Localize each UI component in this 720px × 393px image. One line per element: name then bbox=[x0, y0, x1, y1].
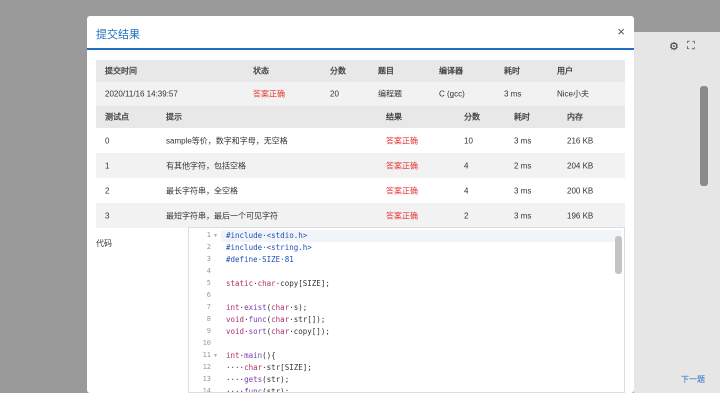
testcase-hint: sample等价，数字和字母，无空格 bbox=[166, 136, 288, 145]
next-problem-link[interactable]: 下一题 bbox=[681, 374, 705, 385]
line-number: 14 bbox=[202, 387, 211, 393]
code-line: void·sort(char·copy[]); bbox=[226, 327, 330, 336]
testcase-result: 答案正确 bbox=[386, 161, 418, 170]
testcase-memory: 204 KB bbox=[567, 161, 594, 170]
testcase-score: 4 bbox=[464, 186, 469, 195]
fold-toggle-icon[interactable]: ▾ bbox=[214, 352, 217, 359]
close-icon[interactable]: × bbox=[617, 24, 625, 39]
code-line: void·func(char·str[]); bbox=[226, 315, 326, 324]
fold-toggle-icon[interactable]: ▾ bbox=[214, 232, 217, 239]
settings-icon[interactable]: ⚙ bbox=[669, 40, 679, 53]
code-line: int·main(){ bbox=[226, 351, 276, 360]
testcase-time: 3 ms bbox=[514, 186, 532, 195]
testcase-score: 10 bbox=[464, 136, 473, 145]
header-time: 耗时 bbox=[514, 112, 530, 122]
testcase-memory: 200 KB bbox=[567, 186, 594, 195]
summary-row: 2020/11/16 14:39:57 答案正确 20 编程题 C (gcc) … bbox=[96, 82, 625, 106]
header-status: 状态 bbox=[253, 66, 269, 76]
code-line: ····char·str[SIZE]; bbox=[226, 363, 312, 372]
testcase-hint: 最短字符串，最后一个可见字符 bbox=[166, 211, 278, 220]
score-value: 20 bbox=[330, 89, 339, 99]
line-number: 9 bbox=[206, 327, 211, 335]
testcase-time: 2 ms bbox=[514, 161, 532, 170]
testcase-table: 测试点 提示 结果 分数 耗时 内存 0 sample等价，数字和字母，无空格 … bbox=[96, 106, 625, 228]
header-user: 用户 bbox=[557, 66, 573, 76]
code-line: static·char·copy[SIZE]; bbox=[226, 279, 330, 288]
testcase-id: 1 bbox=[105, 161, 110, 170]
code-line: int·exist(char·s); bbox=[226, 303, 308, 312]
summary-table: 提交时间 状态 分数 题目 编译器 耗时 用户 2020/11/16 14:39… bbox=[96, 60, 625, 106]
editor-scrollbar[interactable] bbox=[615, 236, 622, 274]
line-number: 10 bbox=[202, 339, 211, 347]
summary-header-row: 提交时间 状态 分数 题目 编译器 耗时 用户 bbox=[96, 60, 625, 82]
modal-title: 提交结果 bbox=[96, 29, 140, 41]
line-number: 7 bbox=[206, 303, 211, 311]
line-number: 3 bbox=[206, 255, 211, 263]
table-row: 3 最短字符串，最后一个可见字符 答案正确 2 3 ms 196 KB bbox=[96, 203, 625, 228]
code-line: #define·SIZE·81 bbox=[226, 255, 294, 264]
testcase-result: 答案正确 bbox=[386, 186, 418, 195]
line-number: 11 bbox=[202, 351, 211, 359]
header-submit-time: 提交时间 bbox=[105, 66, 137, 76]
testcase-time: 3 ms bbox=[514, 211, 532, 220]
testcase-id: 3 bbox=[105, 211, 110, 220]
fullscreen-icon[interactable]: ⛶ bbox=[687, 40, 695, 53]
background-scrollbar[interactable] bbox=[700, 86, 708, 186]
testcase-result: 答案正确 bbox=[386, 136, 418, 145]
testcase-memory: 196 KB bbox=[567, 211, 594, 220]
header-score: 分数 bbox=[464, 112, 480, 122]
line-number: 8 bbox=[206, 315, 211, 323]
modal-header: 提交结果 × bbox=[87, 16, 634, 50]
header-score: 分数 bbox=[330, 66, 346, 76]
testcase-header-row: 测试点 提示 结果 分数 耗时 内存 bbox=[96, 106, 625, 128]
table-row: 1 有其他字符，包括空格 答案正确 4 2 ms 204 KB bbox=[96, 153, 625, 178]
status-badge: 答案正确 bbox=[253, 89, 285, 99]
testcase-hint: 有其他字符，包括空格 bbox=[166, 161, 246, 170]
header-memory: 内存 bbox=[567, 112, 583, 122]
testcase-score: 4 bbox=[464, 161, 469, 170]
testcase-hint: 最长字符串，全空格 bbox=[166, 186, 238, 195]
line-number: 6 bbox=[206, 291, 211, 299]
testcase-memory: 216 KB bbox=[567, 136, 594, 145]
table-row: 0 sample等价，数字和字母，无空格 答案正确 10 3 ms 216 KB bbox=[96, 128, 625, 153]
testcase-id: 0 bbox=[105, 136, 110, 145]
problem-type: 编程题 bbox=[378, 89, 402, 99]
header-result: 结果 bbox=[386, 112, 402, 122]
header-problem: 题目 bbox=[378, 66, 394, 76]
header-time: 耗时 bbox=[504, 66, 520, 76]
code-line: ····func(str); bbox=[226, 387, 290, 393]
line-number: 12 bbox=[202, 363, 211, 371]
user-name[interactable]: Nice小夫 bbox=[557, 89, 589, 100]
header-hint: 提示 bbox=[166, 112, 182, 122]
submission-result-modal: 提交结果 × 提交时间 状态 分数 题目 编译器 耗时 用户 2020/11/1… bbox=[87, 16, 634, 393]
header-compiler: 编译器 bbox=[439, 66, 463, 76]
code-line: #include·<stdio.h> bbox=[226, 231, 308, 240]
table-row: 2 最长字符串，全空格 答案正确 4 3 ms 200 KB bbox=[96, 178, 625, 203]
code-line: ····gets(str); bbox=[226, 375, 290, 384]
testcase-result: 答案正确 bbox=[386, 211, 418, 220]
line-number: 13 bbox=[202, 375, 211, 383]
line-number-gutter: 1 ▾ 2 3 4 5 6 7 8 9 10 11 ▾ 12 13 14 bbox=[189, 228, 221, 393]
code-label: 代码 bbox=[96, 239, 112, 248]
time-value: 3 ms bbox=[504, 89, 522, 99]
line-number: 2 bbox=[206, 243, 211, 251]
code-line: #include·<string.h> bbox=[226, 243, 312, 252]
header-testcase: 测试点 bbox=[105, 112, 129, 122]
line-number: 5 bbox=[206, 279, 211, 287]
code-editor[interactable]: 1 ▾ 2 3 4 5 6 7 8 9 10 11 ▾ 12 13 14 #include·<stdio.h>… bbox=[188, 227, 625, 393]
line-number: 4 bbox=[206, 267, 211, 275]
testcase-id: 2 bbox=[105, 186, 110, 195]
line-number: 1 bbox=[206, 231, 211, 239]
submit-time: 2020/11/16 14:39:57 bbox=[105, 89, 178, 99]
compiler-value: C (gcc) bbox=[439, 89, 465, 99]
testcase-score: 2 bbox=[464, 211, 469, 220]
testcase-time: 3 ms bbox=[514, 136, 532, 145]
